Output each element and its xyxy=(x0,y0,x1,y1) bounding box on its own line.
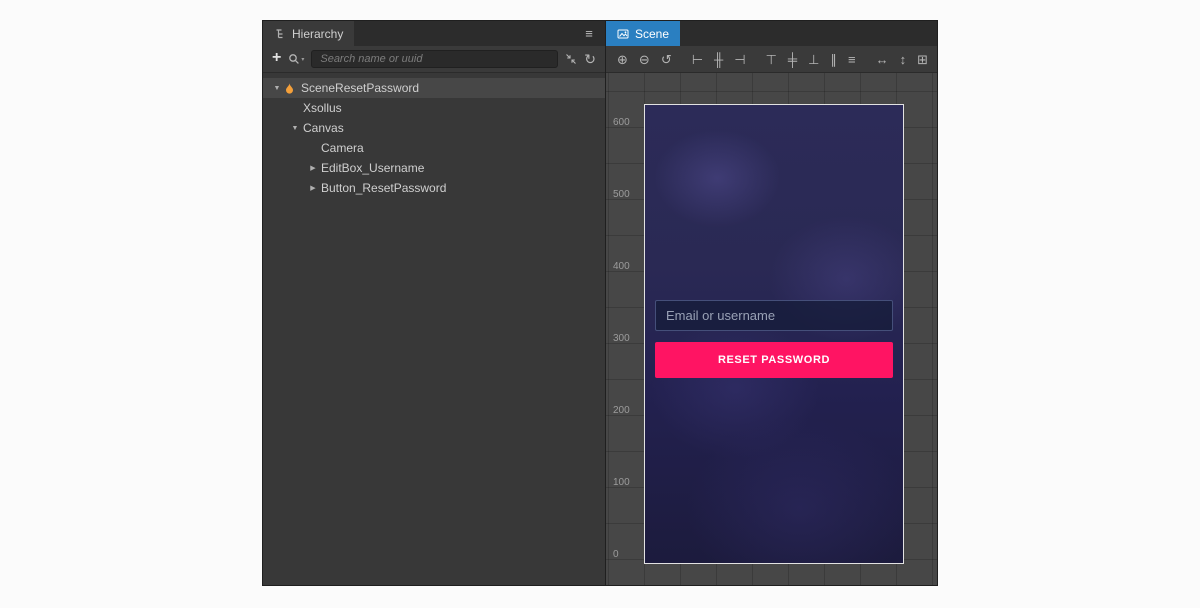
collapse-all-button[interactable] xyxy=(565,53,577,65)
tree-row[interactable]: ▼ Canvas xyxy=(263,118,605,138)
editor-window: Hierarchy ≡ + ▾ ↻ ▼ SceneResetPas xyxy=(262,20,938,586)
tree-row[interactable]: ▼ SceneResetPassword xyxy=(263,78,605,98)
align-left-icon[interactable]: ⊢ xyxy=(692,53,703,66)
editbox-placeholder-text: Email or username xyxy=(666,308,775,323)
align-middle-icon[interactable]: ╪ xyxy=(788,53,797,66)
tree-row[interactable]: ▶ EditBox_Username xyxy=(263,158,605,178)
expand-arrow-icon[interactable]: ▼ xyxy=(289,125,301,132)
tab-hierarchy-label: Hierarchy xyxy=(292,27,343,41)
scene-flame-icon xyxy=(283,82,296,95)
tree-row[interactable]: Xsollus xyxy=(263,98,605,118)
hierarchy-tab-bar: Hierarchy ≡ xyxy=(263,21,605,46)
scene-panel: Scene ⊕ ⊖ ↺ ⊢ ╫ ⊣ ⊤ ╪ ⊥ xyxy=(606,21,937,585)
tree-node-label: SceneResetPassword xyxy=(301,81,419,95)
scene-tab-bar: Scene xyxy=(606,21,937,46)
search-filter-button[interactable]: ▾ xyxy=(288,53,304,65)
add-node-button[interactable]: + xyxy=(272,50,281,66)
reset-view-icon[interactable]: ↺ xyxy=(661,53,672,66)
ruler-label: 600 xyxy=(613,117,630,128)
tab-bar-spacer xyxy=(354,21,573,46)
stretch-vertical-icon[interactable]: ↕ xyxy=(900,53,907,66)
ruler-label: 0 xyxy=(613,549,619,560)
editbox-username-field[interactable]: Email or username xyxy=(655,300,893,331)
hierarchy-panel: Hierarchy ≡ + ▾ ↻ ▼ SceneResetPas xyxy=(263,21,606,585)
expand-arrow-icon[interactable]: ▶ xyxy=(307,184,319,192)
expand-arrow-icon[interactable]: ▼ xyxy=(271,85,283,92)
collapse-arrows-icon xyxy=(565,53,577,65)
tree-node-label: EditBox_Username xyxy=(321,161,424,175)
tree-node-label: Camera xyxy=(321,141,364,155)
tab-bar-spacer xyxy=(680,21,937,46)
tree-node-label: Canvas xyxy=(303,121,344,135)
hierarchy-tree: ▼ SceneResetPassword Xsollus ▼ Canvas xyxy=(263,73,605,585)
snap-grid-icon[interactable]: ⊞ xyxy=(917,53,928,66)
ruler-label: 500 xyxy=(613,189,630,200)
distribute-vertical-icon[interactable]: ≡ xyxy=(848,53,856,66)
align-center-horizontal-icon[interactable]: ╫ xyxy=(714,53,723,66)
tab-scene-label: Scene xyxy=(635,27,669,41)
reset-password-button[interactable]: RESET PASSWORD xyxy=(655,342,893,378)
zoom-in-icon[interactable]: ⊕ xyxy=(617,53,628,66)
scene-toolbar: ⊕ ⊖ ↺ ⊢ ╫ ⊣ ⊤ ╪ ⊥ ∥ ≡ ↔ xyxy=(606,46,937,73)
tree-row[interactable]: ▶ Button_ResetPassword xyxy=(263,178,605,198)
ruler-label: 100 xyxy=(613,477,630,488)
tree-node-label: Button_ResetPassword xyxy=(321,181,446,195)
align-top-icon[interactable]: ⊤ xyxy=(766,53,777,66)
chevron-down-icon: ▾ xyxy=(301,56,304,63)
tab-scene[interactable]: Scene xyxy=(606,21,680,46)
align-right-icon[interactable]: ⊣ xyxy=(734,53,745,66)
align-bottom-icon[interactable]: ⊥ xyxy=(808,53,819,66)
panel-menu-icon[interactable]: ≡ xyxy=(573,21,605,46)
distribute-horizontal-icon[interactable]: ∥ xyxy=(830,53,837,66)
hierarchy-toolbar: + ▾ ↻ xyxy=(263,46,605,73)
scene-viewport[interactable]: 600 500 400 300 200 100 0 Email or usern… xyxy=(606,73,937,585)
refresh-button[interactable]: ↻ xyxy=(584,52,596,66)
tree-row[interactable]: Camera xyxy=(263,138,605,158)
tree-node-label: Xsollus xyxy=(303,101,342,115)
stretch-horizontal-icon[interactable]: ↔ xyxy=(876,53,889,66)
search-icon xyxy=(288,53,300,65)
canvas-preview[interactable]: Email or username RESET PASSWORD xyxy=(644,104,904,564)
expand-arrow-icon[interactable]: ▶ xyxy=(307,164,319,172)
ruler-label: 400 xyxy=(613,261,630,272)
ruler-label: 300 xyxy=(613,333,630,344)
zoom-out-icon[interactable]: ⊖ xyxy=(639,53,650,66)
tab-hierarchy[interactable]: Hierarchy xyxy=(263,21,354,46)
search-input[interactable] xyxy=(311,50,558,68)
hierarchy-tree-icon xyxy=(274,28,286,40)
ruler-label: 200 xyxy=(613,405,630,416)
scene-image-icon xyxy=(617,28,629,40)
